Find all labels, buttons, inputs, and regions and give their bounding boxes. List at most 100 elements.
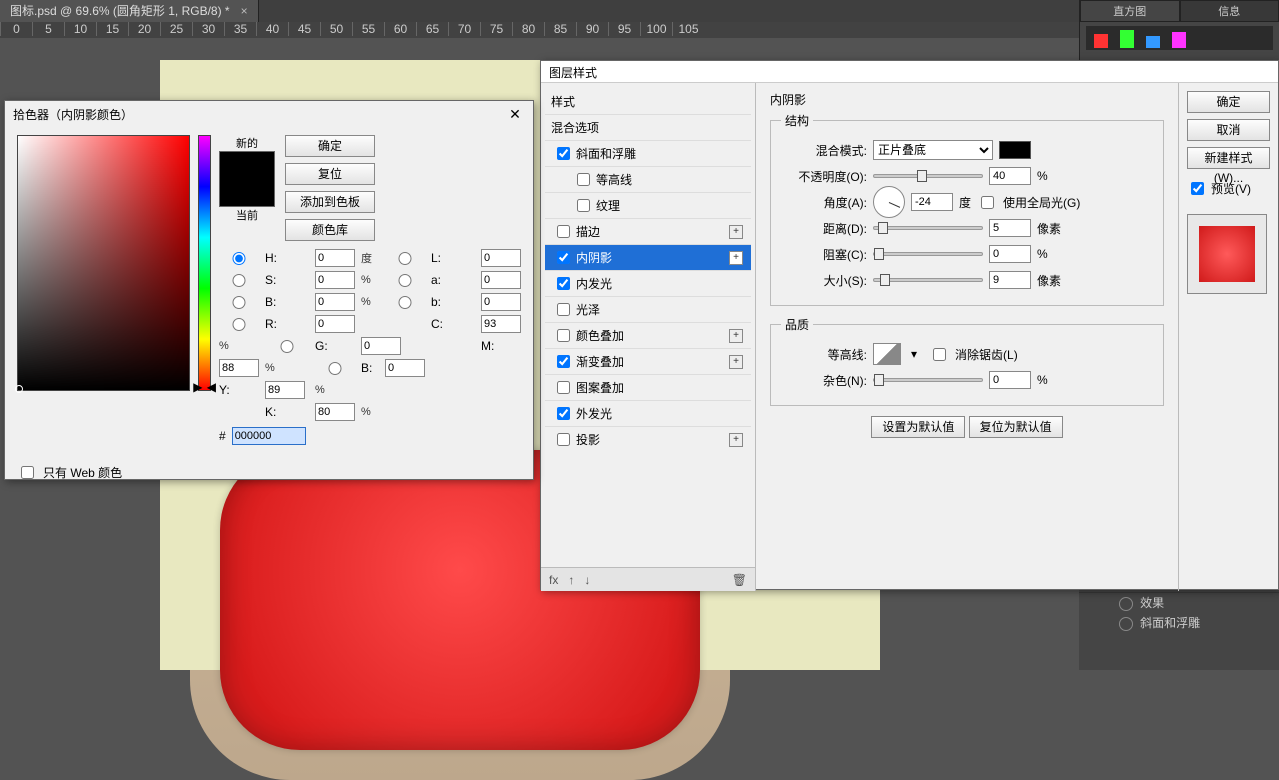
preview-checkbox[interactable]: [1191, 182, 1204, 195]
s-input[interactable]: [315, 271, 355, 289]
document-tab[interactable]: 图标.psd @ 69.6% (圆角矩形 1, RGB/8) * ×: [0, 0, 259, 22]
color-libraries-button[interactable]: 颜色库: [285, 219, 375, 241]
h-input[interactable]: [315, 249, 355, 267]
style-checkbox[interactable]: [577, 199, 590, 212]
style-checkbox[interactable]: [557, 381, 570, 394]
style-checkbox[interactable]: [557, 303, 570, 316]
k-input[interactable]: [315, 403, 355, 421]
add-effect-icon[interactable]: +: [729, 329, 743, 343]
global-light-checkbox[interactable]: [981, 196, 994, 209]
a-input[interactable]: [481, 271, 521, 289]
add-swatch-button[interactable]: 添加到色板: [285, 191, 375, 213]
dialog-titlebar[interactable]: 图层样式: [541, 61, 1278, 83]
noise-input[interactable]: [989, 371, 1031, 389]
c-input[interactable]: [481, 315, 521, 333]
distance-input[interactable]: [989, 219, 1031, 237]
distance-slider[interactable]: [873, 226, 983, 230]
hue-slider[interactable]: ▶◀: [198, 135, 211, 391]
add-effect-icon[interactable]: +: [729, 225, 743, 239]
style-item-stroke[interactable]: 描边+: [545, 218, 751, 244]
blend-mode-select[interactable]: 正片叠底: [873, 140, 993, 160]
opacity-input[interactable]: [989, 167, 1031, 185]
styles-header[interactable]: 样式: [545, 89, 751, 114]
style-item-satin[interactable]: 光泽: [545, 296, 751, 322]
b-input[interactable]: [315, 293, 355, 311]
lab-b-radio[interactable]: [385, 296, 425, 309]
hex-input[interactable]: [232, 427, 306, 445]
add-effect-icon[interactable]: +: [729, 251, 743, 265]
style-item-outer_glow[interactable]: 外发光: [545, 400, 751, 426]
antialias-checkbox[interactable]: [933, 348, 946, 361]
color-cursor-icon[interactable]: [15, 385, 23, 393]
g-input[interactable]: [361, 337, 401, 355]
visibility-icon[interactable]: [1119, 617, 1133, 631]
style-checkbox[interactable]: [557, 355, 570, 368]
tab-info[interactable]: 信息: [1180, 0, 1279, 22]
l-input[interactable]: [481, 249, 521, 267]
style-checkbox[interactable]: [557, 433, 570, 446]
arrow-up-icon[interactable]: ↑: [568, 573, 574, 587]
a-radio[interactable]: [385, 274, 425, 287]
new-style-button[interactable]: 新建样式(W)...: [1187, 147, 1270, 169]
style-item-inner_shadow[interactable]: 内阴影+: [545, 244, 751, 270]
close-icon[interactable]: ×: [241, 4, 248, 18]
fx-effects-row[interactable]: 效果: [1079, 593, 1279, 613]
shadow-color-swatch[interactable]: [999, 141, 1031, 159]
web-only-checkbox[interactable]: [21, 466, 34, 479]
g-radio[interactable]: [265, 340, 309, 353]
visibility-icon[interactable]: [1119, 597, 1133, 611]
h-radio[interactable]: [219, 252, 259, 265]
contour-picker[interactable]: [873, 343, 901, 365]
lab-b-input[interactable]: [481, 293, 521, 311]
angle-dial[interactable]: [873, 186, 905, 218]
trash-icon[interactable]: 🗑: [732, 573, 747, 587]
bc-radio[interactable]: [315, 362, 355, 375]
fx-bevel-row[interactable]: 斜面和浮雕: [1079, 613, 1279, 633]
style-item-drop_shadow[interactable]: 投影+: [545, 426, 751, 452]
fx-icon[interactable]: fx: [549, 573, 558, 587]
style-item-contour[interactable]: 等高线: [545, 166, 751, 192]
arrow-down-icon[interactable]: ↓: [584, 573, 590, 587]
style-checkbox[interactable]: [557, 251, 570, 264]
make-default-button[interactable]: 设置为默认值: [871, 416, 965, 438]
r-radio[interactable]: [219, 318, 259, 331]
ok-button[interactable]: 确定: [285, 135, 375, 157]
style-item-inner_glow[interactable]: 内发光: [545, 270, 751, 296]
style-checkbox[interactable]: [557, 407, 570, 420]
size-input[interactable]: [989, 271, 1031, 289]
noise-slider[interactable]: [873, 378, 983, 382]
m-input[interactable]: [219, 359, 259, 377]
choke-input[interactable]: [989, 245, 1031, 263]
reset-default-button[interactable]: 复位为默认值: [969, 416, 1063, 438]
color-field[interactable]: [17, 135, 190, 391]
style-checkbox[interactable]: [557, 277, 570, 290]
b-radio[interactable]: [219, 296, 259, 309]
s-radio[interactable]: [219, 274, 259, 287]
opacity-slider[interactable]: [873, 174, 983, 178]
cancel-button[interactable]: 取消: [1187, 119, 1270, 141]
bc-input[interactable]: [385, 359, 425, 377]
style-checkbox[interactable]: [557, 329, 570, 342]
size-slider[interactable]: [873, 278, 983, 282]
add-effect-icon[interactable]: +: [729, 355, 743, 369]
add-effect-icon[interactable]: +: [729, 433, 743, 447]
choke-slider[interactable]: [873, 252, 983, 256]
style-item-bevel[interactable]: 斜面和浮雕: [545, 140, 751, 166]
style-item-texture[interactable]: 纹理: [545, 192, 751, 218]
ok-button[interactable]: 确定: [1187, 91, 1270, 113]
style-item-color_overlay[interactable]: 颜色叠加+: [545, 322, 751, 348]
close-icon[interactable]: ✕: [505, 106, 525, 123]
angle-input[interactable]: [911, 193, 953, 211]
dialog-titlebar[interactable]: 拾色器（内阴影颜色） ✕: [5, 101, 533, 127]
style-checkbox[interactable]: [557, 147, 570, 160]
style-item-pattern_overlay[interactable]: 图案叠加: [545, 374, 751, 400]
tab-histogram[interactable]: 直方图: [1080, 0, 1180, 22]
y-input[interactable]: [265, 381, 305, 399]
r-input[interactable]: [315, 315, 355, 333]
style-item-gradient_overlay[interactable]: 渐变叠加+: [545, 348, 751, 374]
reset-button[interactable]: 复位: [285, 163, 375, 185]
l-radio[interactable]: [385, 252, 425, 265]
style-checkbox[interactable]: [577, 173, 590, 186]
blending-options-row[interactable]: 混合选项: [545, 114, 751, 140]
style-checkbox[interactable]: [557, 225, 570, 238]
